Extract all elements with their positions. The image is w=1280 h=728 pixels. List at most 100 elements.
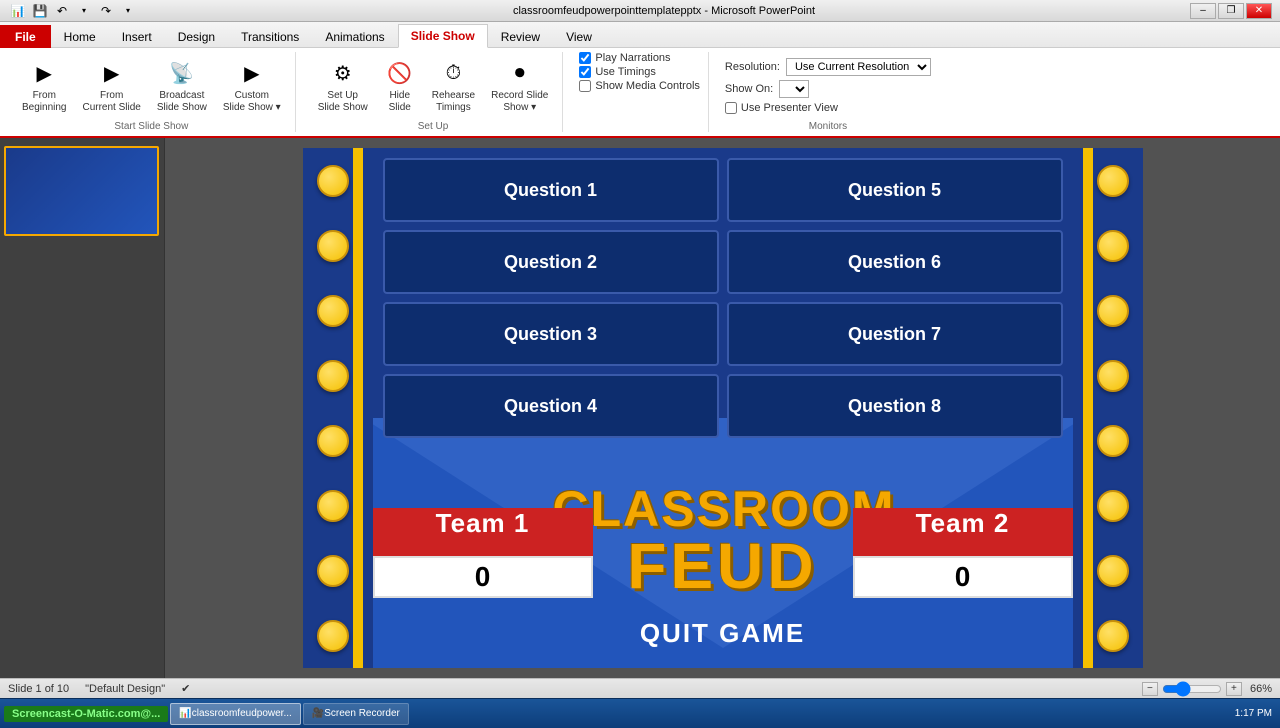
tab-design[interactable]: Design [165,25,228,48]
taskbar-start[interactable]: Screencast-O-Matic.com@... [4,706,168,722]
ribbon-group-setup: ⚙ Set UpSlide Show 🚫 HideSlide ⏱ Rehears… [304,52,564,132]
record-slide-show-label: Record SlideShow ▾ [491,90,548,114]
tab-view[interactable]: View [553,25,605,48]
quick-access-dropdown[interactable]: ▾ [118,2,138,20]
minimize-button[interactable]: – [1190,3,1216,19]
taskbar-clock: 1:17 PM [1235,708,1276,719]
presenter-view-checkbox[interactable] [725,102,737,114]
custom-icon: ▶ [236,58,268,90]
circle-right-7 [1097,555,1129,587]
rehearse-timings-label: RehearseTimings [432,90,475,114]
slide-info: Slide 1 of 10 [8,683,69,695]
zoom-level: 66% [1250,683,1272,695]
record-slide-show-button[interactable]: ⏺ Record SlideShow ▾ [485,56,554,116]
zoom-slider[interactable] [1162,685,1222,693]
zoom-in-button[interactable]: + [1226,682,1242,696]
tab-file[interactable]: File [0,25,51,48]
question-3-button[interactable]: Question 3 [383,302,719,366]
from-beginning-button[interactable]: ▶ FromBeginning [16,56,72,116]
team1-name-button[interactable]: Team 1 [373,508,593,556]
slide-content: Question 1 Question 5 Question 2 Questio… [303,148,1143,668]
custom-slideshow-button[interactable]: ▶ CustomSlide Show ▾ [217,56,287,116]
rehearse-timings-button[interactable]: ⏱ RehearseTimings [426,56,481,116]
teams-spacer [593,508,853,598]
use-timings-checkbox[interactable] [579,66,591,78]
team2-score: 0 [853,556,1073,598]
status-bar: Slide 1 of 10 "Default Design" ✔ − + 66% [0,678,1280,698]
hide-slide-button[interactable]: 🚫 HideSlide [378,56,422,116]
save-btn[interactable]: 💾 [30,2,50,20]
check-mark: ✔ [181,682,190,695]
close-button[interactable]: ✕ [1246,3,1272,19]
slide-canvas: Question 1 Question 5 Question 2 Questio… [165,138,1280,678]
taskbar-recorder[interactable]: 🎥 Screen Recorder [303,703,409,725]
ppt-label: classroomfeudpower... [192,708,292,719]
slide-strip: 1 [0,138,164,244]
undo-btn[interactable]: ↶ [52,2,72,20]
circle-left-6 [317,490,349,522]
teams-row: Team 1 0 Team 2 0 [373,508,1073,598]
recorder-label: Screen Recorder [324,708,400,719]
window-controls-right: – ❐ ✕ [1190,3,1272,19]
question-1-button[interactable]: Question 1 [383,158,719,222]
broadcast-button[interactable]: 📡 BroadcastSlide Show [151,56,213,116]
circle-right-5 [1097,425,1129,457]
play-narrations-checkbox[interactable] [579,52,591,64]
set-up-show-icon: ⚙ [327,58,359,90]
circle-left-1 [317,165,349,197]
question-2-button[interactable]: Question 2 [383,230,719,294]
tab-review[interactable]: Review [488,25,553,48]
circle-right-2 [1097,230,1129,262]
ribbon-tabs: File Home Insert Design Transitions Anim… [0,22,1280,48]
custom-label: CustomSlide Show ▾ [223,90,281,114]
question-4-button[interactable]: Question 4 [383,374,719,438]
border-stripe-right [1083,148,1093,668]
circle-right-8 [1097,620,1129,652]
tab-slideshow[interactable]: Slide Show [398,24,488,48]
tab-home[interactable]: Home [51,25,109,48]
hide-slide-label: HideSlide [389,90,411,114]
tab-animations[interactable]: Animations [312,25,397,48]
start-slideshow-buttons: ▶ FromBeginning ▶ FromCurrent Slide 📡 Br… [16,52,287,119]
show-on-select[interactable] [779,80,809,98]
zoom-out-button[interactable]: − [1142,682,1158,696]
team2-name-button[interactable]: Team 2 [853,508,1073,556]
broadcast-icon: 📡 [166,58,198,90]
quit-game-button[interactable]: QUIT GAME [583,618,863,668]
undo-dropdown[interactable]: ▾ [74,2,94,20]
redo-btn[interactable]: ↷ [96,2,116,20]
record-slide-show-icon: ⏺ [504,58,536,90]
ribbon-group-playback: Play Narrations Use Timings Show Media C… [571,52,709,132]
from-current-slide-button[interactable]: ▶ FromCurrent Slide [76,56,146,116]
status-bar-right: − + 66% [1142,682,1272,696]
show-on-row: Show On: [725,80,931,98]
circle-left-5 [317,425,349,457]
restore-button[interactable]: ❐ [1218,3,1244,19]
slide-thumb-1[interactable] [4,146,159,236]
tab-insert[interactable]: Insert [109,25,165,48]
slide-thumb-wrapper-1: 1 [4,146,160,236]
slides-panel: 1 [0,138,165,678]
playback-checks: Play Narrations Use Timings Show Media C… [579,52,700,132]
set-up-show-label: Set UpSlide Show [318,90,368,114]
show-media-controls-check[interactable]: Show Media Controls [579,80,700,92]
show-media-controls-checkbox[interactable] [579,80,591,92]
question-8-button[interactable]: Question 8 [727,374,1063,438]
circle-left-7 [317,555,349,587]
circle-right-6 [1097,490,1129,522]
taskbar-ppt[interactable]: 📊 classroomfeudpower... [170,703,301,725]
circle-left-3 [317,295,349,327]
presenter-view-check[interactable]: Use Presenter View [725,102,931,114]
use-timings-check[interactable]: Use Timings [579,66,656,78]
from-current-label: FromCurrent Slide [82,90,140,114]
tab-transitions[interactable]: Transitions [228,25,312,48]
question-5-button[interactable]: Question 5 [727,158,1063,222]
question-7-button[interactable]: Question 7 [727,302,1063,366]
question-6-button[interactable]: Question 6 [727,230,1063,294]
window-controls-left: 📊 💾 ↶ ▾ ↷ ▾ [8,2,138,20]
app-icon: 📊 [8,2,28,20]
resolution-select[interactable]: Use Current Resolution [786,58,931,76]
play-narrations-check[interactable]: Play Narrations [579,52,670,64]
set-up-show-button[interactable]: ⚙ Set UpSlide Show [312,56,374,116]
circle-left-4 [317,360,349,392]
